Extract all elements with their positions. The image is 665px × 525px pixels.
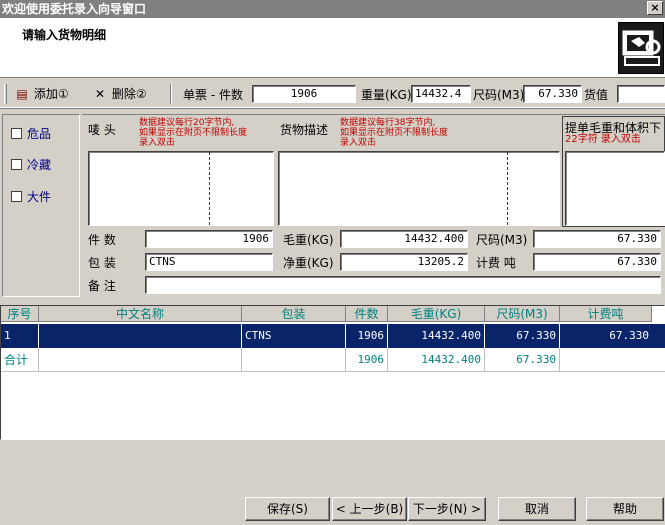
- total-name: [39, 348, 242, 372]
- detail-volume-label: 尺码(M3): [476, 233, 528, 247]
- weight-field[interactable]: 14432.4: [411, 85, 471, 103]
- prev-button[interactable]: < 上一步(B): [332, 497, 407, 521]
- cell-gross: 14432.400: [388, 324, 485, 348]
- cancel-button[interactable]: 取消: [498, 497, 576, 521]
- goods-value-label: 货值: [584, 88, 609, 102]
- description-note-1: 数据建议每行38字节内,: [340, 118, 436, 128]
- marks-note-2: 如果显示在附页不限制长度: [139, 128, 248, 138]
- charge-ton-field[interactable]: 67.330: [533, 253, 661, 271]
- add-button-label: 添加①: [33, 87, 69, 101]
- package-field[interactable]: CTNS: [145, 253, 273, 271]
- pieces-label: 件 数: [88, 233, 116, 247]
- gross-weight-label: 毛重(KG): [283, 233, 334, 247]
- remark-label: 备 注: [88, 279, 116, 293]
- oversize-checkbox[interactable]: 大件: [11, 188, 51, 205]
- package-label: 包 装: [88, 256, 116, 270]
- weight-label: 重量(KG): [361, 88, 412, 102]
- bill-note-group: 提单毛重和体积下 22字符 录入双击: [562, 116, 665, 227]
- cell-pieces: 1906: [346, 324, 388, 348]
- dangerous-label: 危品: [27, 127, 52, 141]
- wizard-button-bar: 保存(S) < 上一步(B) 下一步(N) > 取消 帮助: [0, 440, 665, 525]
- description-note-2: 如果显示在附页不限制长度: [340, 128, 449, 138]
- description-textarea[interactable]: [278, 151, 560, 226]
- next-button[interactable]: 下一步(N) >: [408, 497, 486, 521]
- total-label: 合计: [1, 348, 39, 372]
- toolbar: ▤ 添加① ✕ 删除② 单票 - 件数 1906 重量(KG) 14432.4 …: [0, 80, 665, 108]
- col-header-charge[interactable]: 计费吨: [560, 306, 652, 322]
- total-charge: [560, 348, 652, 372]
- col-header-package[interactable]: 包装: [242, 306, 346, 322]
- refrigerated-checkbox[interactable]: 冷藏: [11, 156, 51, 173]
- cargo-detail-panel: 唛 头 数据建议每行20字节内, 如果显示在附页不限制长度 录入双击 货物描述 …: [82, 114, 665, 297]
- total-volume: 67.330: [485, 348, 560, 372]
- remark-field[interactable]: [145, 276, 661, 294]
- cell-seq: 1: [1, 324, 39, 348]
- detail-volume-field[interactable]: 67.330: [533, 230, 661, 248]
- col-header-pieces[interactable]: 件数: [346, 306, 388, 322]
- oversize-label: 大件: [27, 190, 52, 204]
- pieces-field[interactable]: 1906: [145, 230, 273, 248]
- cell-volume: 67.330: [485, 324, 560, 348]
- order-pieces-label: 单票 - 件数: [183, 88, 243, 102]
- col-header-name[interactable]: 中文名称: [39, 306, 242, 322]
- description-note-3: 录入双击: [340, 138, 377, 148]
- refrigerated-label: 冷藏: [27, 158, 52, 172]
- table-total-row: 合计 1906 14432.400 67.330: [1, 348, 665, 372]
- delete-button[interactable]: ✕ 删除②: [92, 85, 147, 103]
- volume-label: 尺码(M3): [473, 88, 525, 102]
- delete-button-label: 删除②: [111, 87, 147, 101]
- marks-textarea[interactable]: [88, 151, 274, 226]
- cell-charge: 67.330: [609, 329, 649, 342]
- marks-note-3: 录入双击: [139, 138, 176, 148]
- close-icon: ×: [650, 1, 660, 14]
- computer-logo-icon: [618, 22, 664, 74]
- window-titlebar: 欢迎使用委托录入向导窗口 ×: [0, 0, 665, 18]
- save-button[interactable]: 保存(S): [245, 497, 330, 521]
- order-pieces-field[interactable]: 1906: [252, 85, 356, 103]
- cell-package: CTNS: [242, 324, 346, 348]
- help-button[interactable]: 帮助: [586, 497, 664, 521]
- bill-note-hint: 22字符 录入双击: [565, 134, 641, 145]
- checkbox-box[interactable]: [11, 191, 22, 202]
- description-label: 货物描述: [280, 123, 329, 137]
- net-weight-label: 净重(KG): [283, 256, 334, 270]
- total-package: [242, 348, 346, 372]
- col-header-volume[interactable]: 尺码(M3): [485, 306, 560, 322]
- add-button[interactable]: ▤ 添加①: [14, 85, 69, 103]
- cargo-type-panel: 危品 冷藏 大件: [2, 114, 80, 297]
- delete-x-icon: ✕: [94, 87, 106, 101]
- cargo-grid[interactable]: 序号 中文名称 包装 件数 毛重(KG) 尺码(M3) 计费吨 1 CTNS 1…: [0, 305, 665, 440]
- checkbox-box[interactable]: [11, 159, 22, 170]
- marks-width-guide: [209, 152, 210, 225]
- net-weight-field[interactable]: 13205.2: [340, 253, 468, 271]
- grid-header: 序号 中文名称 包装 件数 毛重(KG) 尺码(M3) 计费吨: [1, 306, 661, 322]
- col-header-seq[interactable]: 序号: [1, 306, 39, 322]
- col-header-gross[interactable]: 毛重(KG): [388, 306, 485, 322]
- gross-weight-field[interactable]: 14432.400: [340, 230, 468, 248]
- description-width-guide: [507, 152, 508, 225]
- total-pieces: 1906: [346, 348, 388, 372]
- toolbar-separator: [170, 84, 172, 104]
- dangerous-checkbox[interactable]: 危品: [11, 125, 51, 142]
- checkbox-box[interactable]: [11, 128, 22, 139]
- add-document-icon: ▤: [16, 87, 28, 101]
- total-gross: 14432.400: [388, 348, 485, 372]
- table-row[interactable]: 1 CTNS 1906 14432.400 67.330 67.330: [1, 324, 665, 348]
- close-button[interactable]: ×: [647, 1, 663, 15]
- wizard-header: 请输入货物明细: [0, 18, 665, 78]
- bill-note-textarea[interactable]: [565, 151, 665, 226]
- charge-ton-label: 计费 吨: [476, 256, 516, 270]
- window-title: 欢迎使用委托录入向导窗口: [2, 2, 147, 16]
- page-title: 请输入货物明细: [22, 28, 107, 42]
- marks-label: 唛 头: [88, 123, 116, 137]
- toolbar-grip[interactable]: [4, 84, 7, 104]
- cell-name: [39, 324, 242, 348]
- goods-value-field[interactable]: [617, 85, 665, 103]
- marks-note-1: 数据建议每行20字节内,: [139, 118, 235, 128]
- volume-field[interactable]: 67.330: [523, 85, 582, 103]
